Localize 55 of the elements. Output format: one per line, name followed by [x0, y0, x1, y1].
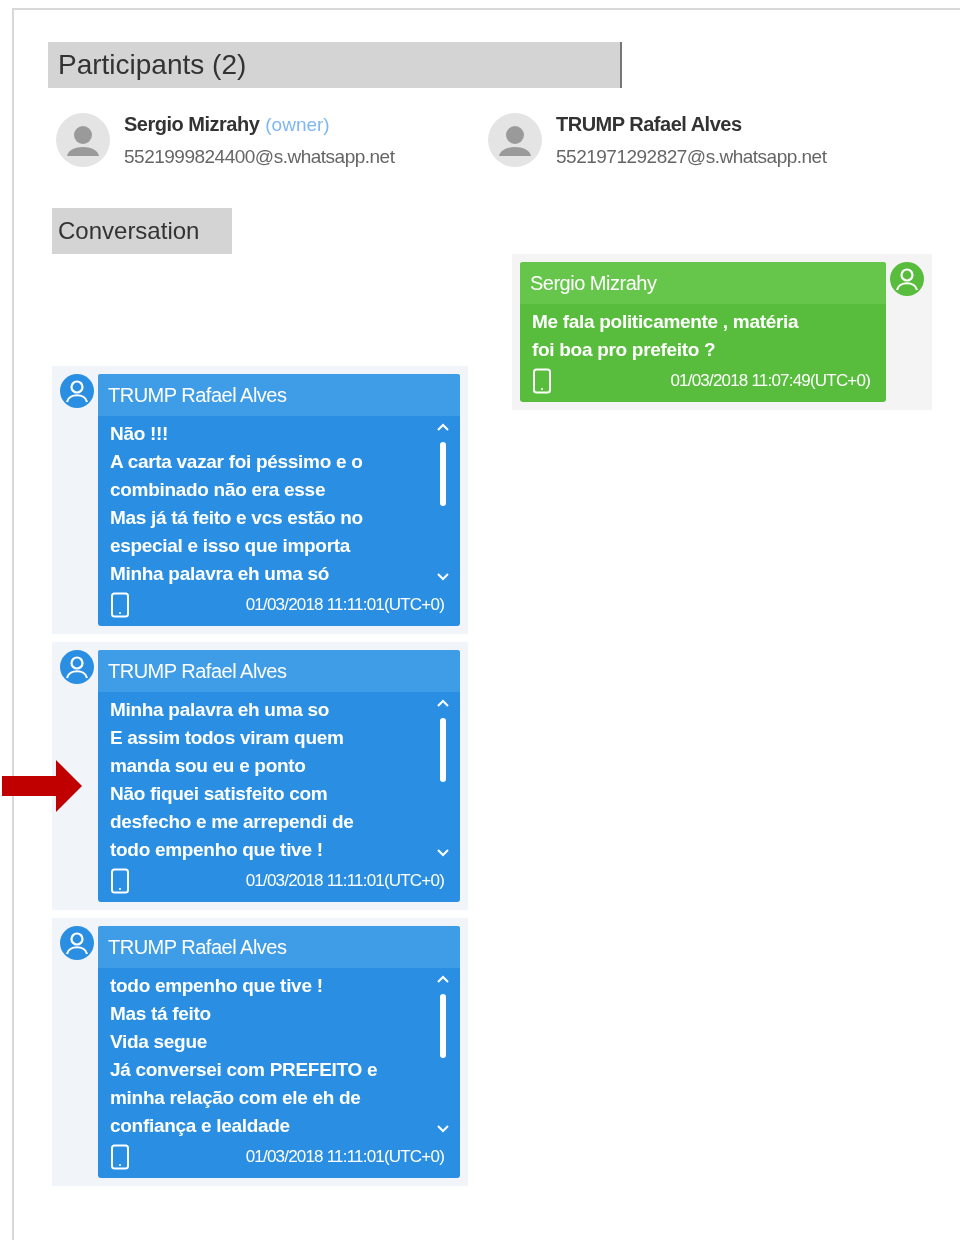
user-icon: [890, 262, 924, 296]
message-line: Minha palavra eh uma so: [110, 698, 331, 722]
message-line: manda sou eu e ponto: [110, 754, 307, 778]
timestamp: 01/03/2018 11:11:01(UTC+0): [244, 1146, 444, 1169]
timestamp: 01/03/2018 11:11:01(UTC+0): [244, 594, 444, 617]
message-line: Mas tá feito: [110, 1002, 212, 1026]
message-line: Minha palavra eh uma só: [110, 562, 331, 586]
phone-icon: [110, 592, 130, 618]
message-line: A carta vazar foi péssimo e o: [110, 450, 364, 474]
message-line: todo empenho que tive !: [110, 974, 324, 998]
owner-label: (owner): [265, 112, 330, 137]
arrow-icon: [2, 760, 82, 812]
message-line: combinado não era esse: [110, 478, 327, 502]
scroll-up-icon[interactable]: [436, 698, 450, 708]
participant-name: TRUMP Rafael Alves: [556, 111, 742, 137]
message-line: E assim todos viram quem: [110, 726, 345, 750]
message-line: Já conversei com PREFEITO e: [110, 1058, 379, 1082]
scroll-down-icon[interactable]: [436, 848, 450, 858]
sender-name: Sergio Mizrahy: [520, 262, 886, 304]
participant-address: 5521971292827@s.whatsapp.net: [556, 144, 827, 169]
user-icon: [60, 926, 94, 960]
participant-address: 5521999824400@s.whatsapp.net: [124, 145, 395, 169]
section-header: Participants (2): [48, 42, 622, 88]
phone-icon: [110, 868, 130, 894]
scroll-up-icon[interactable]: [436, 974, 450, 984]
message-line: Não fiquei satisfeito com: [110, 782, 329, 806]
phone-icon: [110, 1144, 130, 1170]
scroll-down-icon[interactable]: [436, 572, 450, 582]
section-header: Conversation: [52, 208, 232, 254]
timestamp: 01/03/2018 11:07:49(UTC+0): [669, 370, 870, 393]
message-line: minha relação com ele eh de: [110, 1086, 362, 1110]
message-line: especial e isso que importa: [110, 534, 352, 558]
message-line: Não !!!: [110, 422, 170, 446]
scroll-up-icon[interactable]: [436, 422, 450, 432]
participant-name: Sergio Mizrahy: [124, 111, 260, 137]
sender-name: TRUMP Rafael Alves: [98, 650, 460, 692]
avatar-icon: [488, 113, 542, 167]
sender-name: TRUMP Rafael Alves: [98, 374, 460, 416]
message-line: foi boa pro prefeito ?: [532, 338, 717, 362]
sender-name: TRUMP Rafael Alves: [98, 926, 460, 968]
phone-icon: [532, 368, 552, 394]
message-line: Vida segue: [110, 1030, 208, 1054]
message-line: Mas já tá feito e vcs estão no: [110, 506, 364, 530]
user-icon: [60, 650, 94, 684]
message-line: todo empenho que tive !: [110, 838, 324, 862]
avatar-icon: [56, 113, 110, 167]
user-icon: [60, 374, 94, 408]
timestamp: 01/03/2018 11:11:01(UTC+0): [244, 870, 444, 893]
scrollbar-thumb[interactable]: [440, 718, 446, 782]
scrollbar-thumb[interactable]: [440, 994, 446, 1058]
scroll-down-icon[interactable]: [436, 1124, 450, 1134]
message-line: confiança e lealdade: [110, 1114, 291, 1138]
message-line: desfecho e me arrependi de: [110, 810, 355, 834]
message-line: Me fala politicamente , matéria: [532, 310, 800, 334]
scrollbar-thumb[interactable]: [440, 442, 446, 506]
